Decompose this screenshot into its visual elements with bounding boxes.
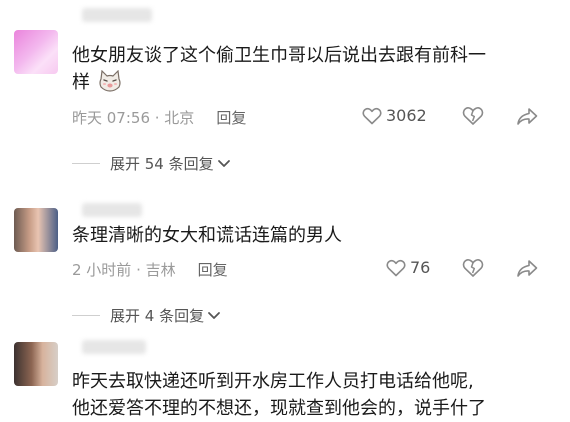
expand-replies-button[interactable]: 展开 54 条回复 — [72, 153, 231, 174]
avatar[interactable] — [14, 342, 58, 386]
expand-replies-button[interactable]: 展开 4 条回复 — [72, 305, 221, 326]
divider — [72, 163, 100, 164]
divider — [72, 315, 100, 316]
avatar[interactable] — [14, 208, 58, 252]
expand-replies-label: 展开 4 条回复 — [110, 307, 205, 325]
comment-text-line: 条理清晰的女大和谎话连篇的男人 — [72, 225, 342, 246]
comment-text-line: 他还爱答不理的不想还，现就查到他会的，说手什了 — [72, 398, 486, 419]
dislike-broken-heart-icon[interactable] — [462, 258, 484, 280]
chevron-down-icon — [208, 311, 220, 319]
cat-face-icon — [98, 69, 122, 92]
username-blurred — [82, 203, 142, 217]
heart-icon — [386, 259, 406, 276]
heart-icon — [362, 107, 382, 124]
reply-button[interactable]: 回复 — [198, 259, 228, 280]
comment-time: 昨天 07:56 · 北京 — [72, 108, 195, 127]
like-button[interactable]: 76 — [386, 258, 430, 277]
comment-text-line: 昨天去取快递还听到开水房工作人员打电话给他呢, — [72, 371, 474, 392]
comment-time: 2 小时前 · 吉林 — [72, 260, 176, 279]
share-arrow-icon[interactable] — [516, 107, 538, 129]
like-button[interactable]: 3062 — [362, 106, 427, 125]
comment-meta: 2 小时前 · 吉林 回复 — [72, 257, 228, 281]
comment-text: 条理清晰的女大和谎话连篇的男人 — [72, 222, 542, 249]
dislike-broken-heart-icon[interactable] — [462, 106, 484, 128]
comment-text: 昨天去取快递还听到开水房工作人员打电话给他呢, 他还爱答不理的不想还，现就查到他… — [72, 368, 542, 422]
chevron-down-icon — [217, 159, 230, 167]
comment-text: 他女朋友谈了这个偷卫生巾哥以后说出去跟有前科一 样 — [72, 42, 542, 96]
expand-replies-label: 展开 54 条回复 — [110, 155, 214, 173]
comment-text-line: 样 — [72, 72, 90, 93]
reply-button[interactable]: 回复 — [216, 107, 246, 128]
like-count: 76 — [410, 258, 431, 277]
username-blurred — [82, 340, 146, 354]
comment-meta: 昨天 07:56 · 北京 回复 — [72, 105, 246, 129]
share-arrow-icon[interactable] — [516, 259, 538, 281]
comment-text-line: 他女朋友谈了这个偷卫生巾哥以后说出去跟有前科一 — [72, 45, 486, 66]
avatar[interactable] — [14, 30, 58, 74]
like-count: 3062 — [386, 106, 427, 125]
username-blurred — [82, 8, 152, 22]
